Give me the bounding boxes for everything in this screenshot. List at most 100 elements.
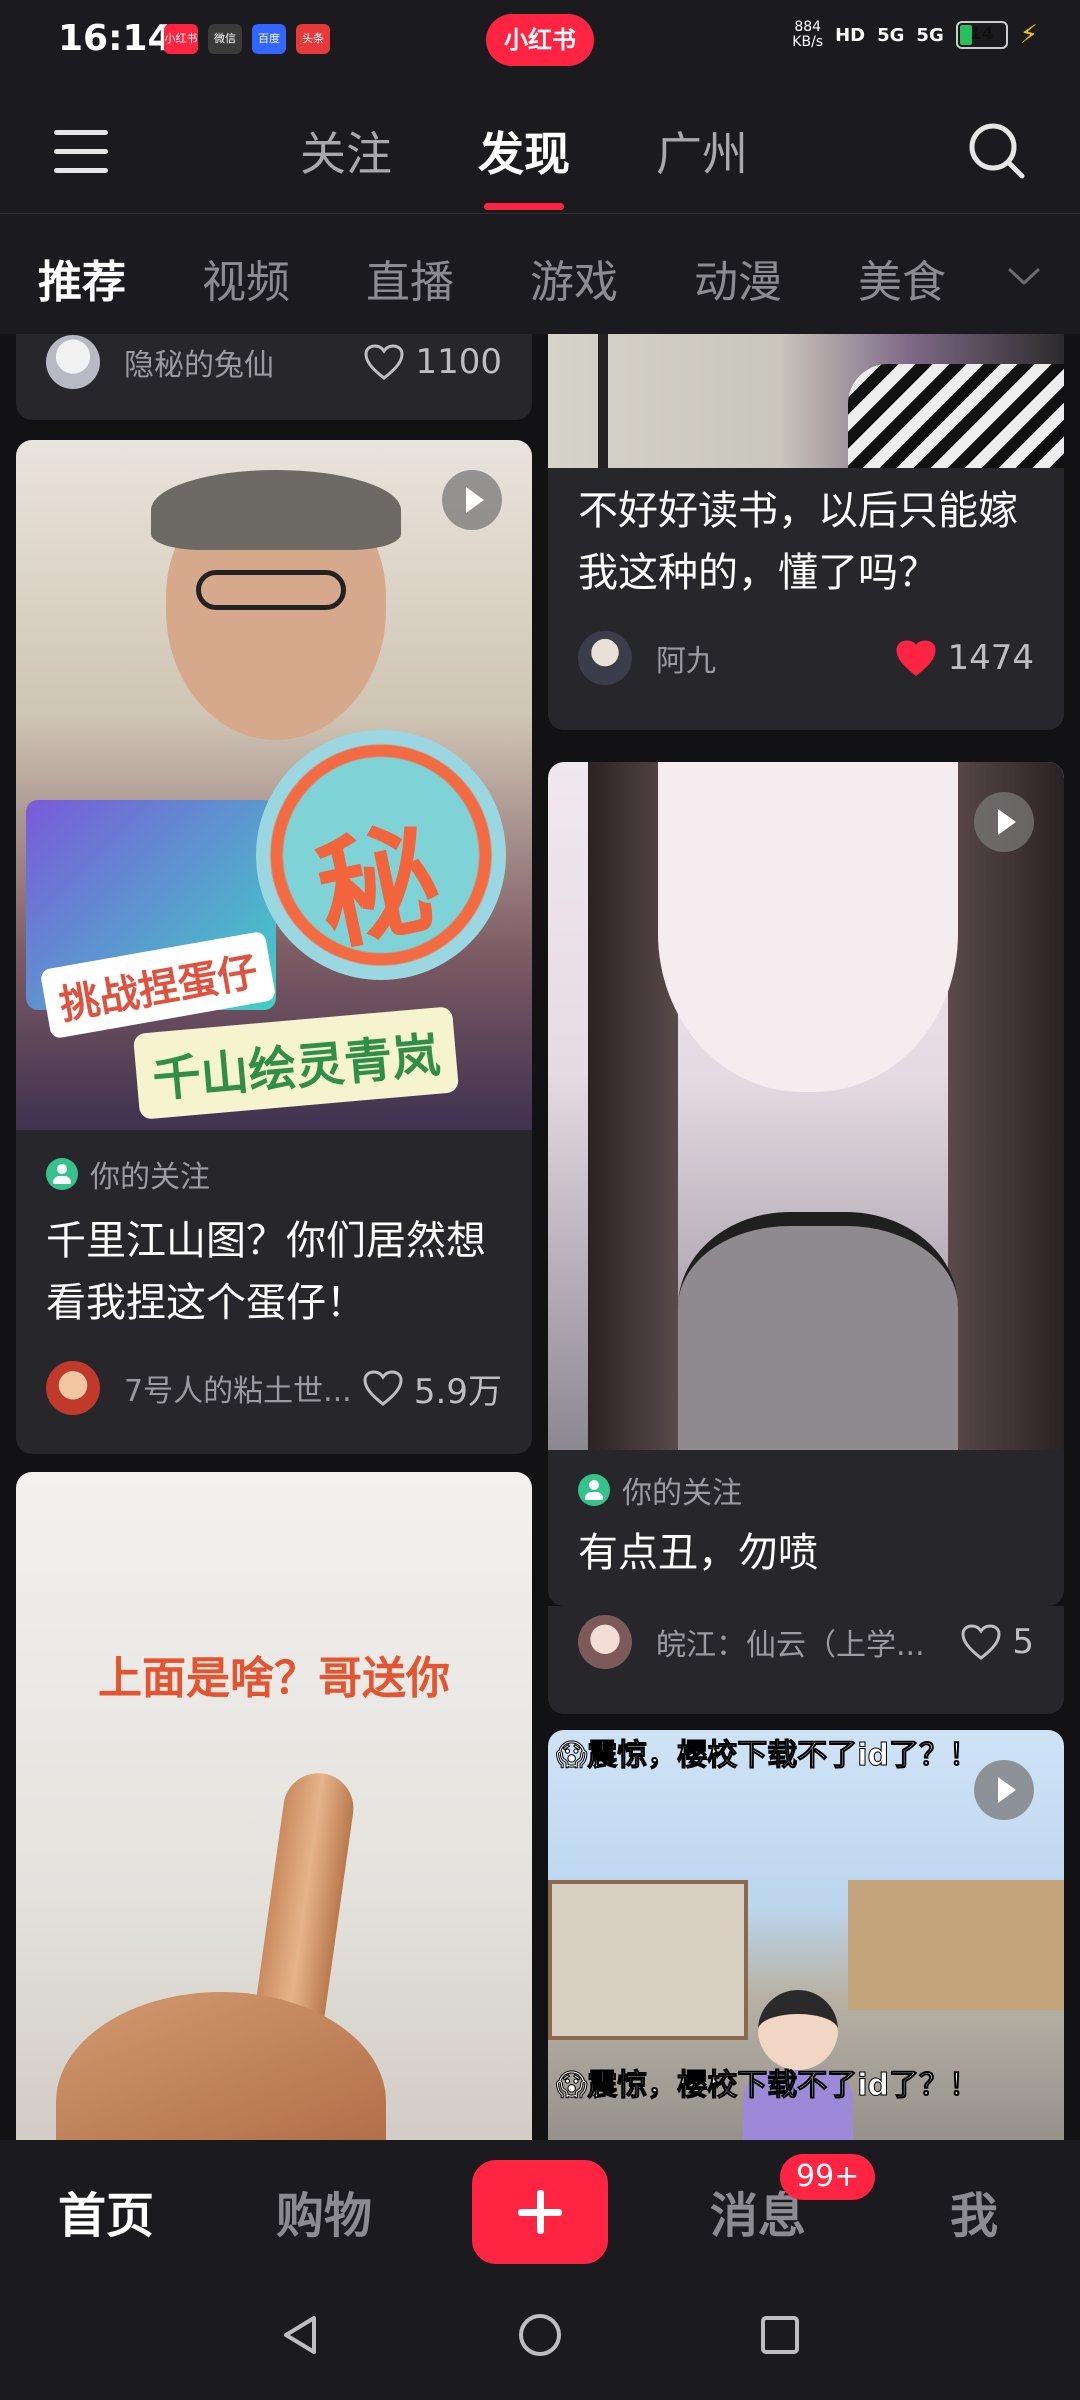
search-icon[interactable] xyxy=(966,120,1028,182)
recent-apps-icon[interactable] xyxy=(755,2310,805,2360)
note-cover-image xyxy=(548,334,1064,468)
note-author-row: 隐秘的兔仙 1100 xyxy=(46,334,502,390)
publish-plus-button[interactable] xyxy=(472,2160,608,2264)
following-tag-label: 你的关注 xyxy=(622,1476,742,1511)
cover-caption-2: 千山绘灵青岚 xyxy=(132,1006,460,1120)
battery-icon: 14 xyxy=(955,21,1008,49)
cover-face xyxy=(658,762,958,1092)
note-card[interactable]: 不好好读书，以后只能嫁我这种的，懂了吗？ 阿九 1474 xyxy=(548,334,1064,730)
home-circle-icon[interactable] xyxy=(515,2310,565,2360)
category-bar: 推荐 视频 直播 游戏 动漫 美食 xyxy=(0,214,1080,334)
note-card[interactable]: 隐秘的兔仙 1100 xyxy=(16,334,532,420)
menu-icon[interactable] xyxy=(54,130,108,174)
top-header: 关注 发现 广州 xyxy=(0,80,1080,214)
note-title[interactable]: 有点丑，勿喷 xyxy=(578,1522,1034,1584)
like-button[interactable]: 1100 xyxy=(363,342,502,382)
following-tag: 你的关注 xyxy=(578,1468,742,1512)
heart-outline-icon xyxy=(363,1370,403,1406)
author-avatar[interactable] xyxy=(46,335,100,389)
like-button[interactable]: 5 xyxy=(960,1622,1034,1662)
note-author-row: 7号人的粘土世... 5.9万 xyxy=(46,1360,502,1416)
notification-icons: 小红书 微信 百度 头条 xyxy=(164,24,330,54)
tab-discover[interactable]: 发现 xyxy=(478,118,570,210)
author-avatar[interactable] xyxy=(46,1361,100,1415)
author-avatar[interactable] xyxy=(578,1615,632,1669)
cover-person-hair xyxy=(151,470,401,550)
network-speed-value: 884 xyxy=(794,19,822,35)
baidu-app-icon: 百度 xyxy=(252,24,286,54)
category-games[interactable]: 游戏 xyxy=(530,246,618,310)
bottom-tab-bar: 首页 购物 消息 99+ 我 xyxy=(0,2140,1080,2270)
author-name[interactable]: 7号人的粘土世... xyxy=(124,1366,362,1410)
note-cover-image: 秘 挑战捏蛋仔 千山绘灵青岚 xyxy=(16,440,532,1130)
hd-icon: HD xyxy=(835,24,866,46)
cover-building-right xyxy=(848,1880,1064,2010)
wechat-app-icon: 微信 xyxy=(208,24,242,54)
tab-local-city[interactable]: 广州 xyxy=(656,118,748,184)
note-cover-image: 😱震惊，樱校下载不了id了？！ 😱震惊，樱校下载不了id了？！ xyxy=(548,1730,1064,2140)
note-card[interactable]: 你的关注 有点丑，勿喷 xyxy=(548,762,1064,1606)
network-speed-unit: KB/s xyxy=(792,34,824,50)
cover-hand xyxy=(56,1992,386,2140)
cover-glasses xyxy=(196,570,346,610)
signal-1-icon: 5G xyxy=(877,24,905,46)
like-button[interactable]: 1474 xyxy=(895,638,1034,678)
status-bar: 16:14 小红书 微信 百度 头条 小红书 884 KB/s HD 5G 5G… xyxy=(0,0,1080,80)
heart-outline-icon xyxy=(364,344,404,380)
heart-filled-icon xyxy=(896,640,936,676)
cover-building-left xyxy=(548,1880,748,2040)
following-tag-label: 你的关注 xyxy=(90,1160,210,1195)
cover-chair-leg xyxy=(598,334,608,468)
status-right: 884 KB/s HD 5G 5G 14 ⚡ xyxy=(792,20,1038,51)
cover-shirt xyxy=(678,1212,958,1450)
network-speed: 884 KB/s xyxy=(792,20,823,50)
author-name[interactable]: 隐秘的兔仙 xyxy=(124,340,363,384)
tab-following[interactable]: 关注 xyxy=(300,118,392,184)
nav-shopping[interactable]: 购物 xyxy=(276,2176,372,2246)
category-food[interactable]: 美食 xyxy=(858,246,946,310)
category-anime[interactable]: 动漫 xyxy=(694,246,782,310)
toutiao-app-icon: 头条 xyxy=(296,24,330,54)
note-cover-image: 上面是啥？哥送你 xyxy=(16,1472,532,2140)
cover-shoe xyxy=(848,364,1064,468)
note-title[interactable]: 千里江山图？你们居然想看我捏这个蛋仔！ xyxy=(46,1210,502,1334)
cover-caption-bottom: 😱震惊，樱校下载不了id了？！ xyxy=(556,2068,980,2104)
like-button[interactable]: 5.9万 xyxy=(362,1364,502,1413)
play-icon xyxy=(974,792,1034,852)
note-card[interactable]: 上面是啥？哥送你 xyxy=(16,1472,532,2140)
like-count: 5 xyxy=(1012,1622,1034,1662)
message-badge: 99+ xyxy=(780,2154,876,2200)
note-author-row: 阿九 1474 xyxy=(578,630,1034,686)
cover-hair-right xyxy=(948,762,1064,1450)
note-card[interactable]: 秘 挑战捏蛋仔 千山绘灵青岚 你的关注 千里江山图？你们居然想看我捏这个蛋仔！ … xyxy=(16,440,532,1454)
cover-caption-top: 😱震惊，樱校下载不了id了？！ xyxy=(556,1738,980,1774)
heart-outline-icon xyxy=(961,1624,1001,1660)
note-cover-image xyxy=(548,762,1064,1450)
cover-caption: 上面是啥？哥送你 xyxy=(98,1653,450,1704)
note-title[interactable]: 不好好读书，以后只能嫁我这种的，懂了吗？ xyxy=(578,480,1034,604)
category-live[interactable]: 直播 xyxy=(366,246,454,310)
category-video[interactable]: 视频 xyxy=(202,246,290,310)
person-icon xyxy=(578,1474,610,1506)
author-name[interactable]: 皖江：仙云（上学... xyxy=(656,1620,960,1664)
like-count: 5.9万 xyxy=(413,1371,502,1412)
chevron-down-icon[interactable] xyxy=(1006,264,1042,288)
note-feed[interactable]: 隐秘的兔仙 1100 秘 挑战捏蛋仔 千山绘灵青岚 你的关注 千里江山图？你们居… xyxy=(0,334,1080,2140)
author-avatar[interactable] xyxy=(578,631,632,685)
top-tabs: 关注 发现 广州 xyxy=(300,118,748,210)
note-author-row: 皖江：仙云（上学... 5 xyxy=(578,1614,1034,1670)
note-card[interactable]: 😱震惊，樱校下载不了id了？！ 😱震惊，樱校下载不了id了？！ xyxy=(548,1730,1064,2140)
nav-me[interactable]: 我 xyxy=(950,2176,998,2246)
person-icon xyxy=(46,1158,78,1190)
brand-pill: 小红书 xyxy=(486,14,594,66)
category-recommend[interactable]: 推荐 xyxy=(38,246,126,310)
nav-home[interactable]: 首页 xyxy=(58,2176,154,2246)
status-time: 16:14 xyxy=(58,18,173,59)
signal-2-icon: 5G xyxy=(916,24,944,46)
xiaohongshu-app-icon: 小红书 xyxy=(164,24,198,54)
back-icon[interactable] xyxy=(276,2310,326,2360)
author-name[interactable]: 阿九 xyxy=(656,636,895,680)
charging-icon: ⚡ xyxy=(1019,20,1038,50)
note-card-footer: 皖江：仙云（上学... 5 xyxy=(548,1606,1064,1714)
like-count: 1100 xyxy=(415,342,502,382)
